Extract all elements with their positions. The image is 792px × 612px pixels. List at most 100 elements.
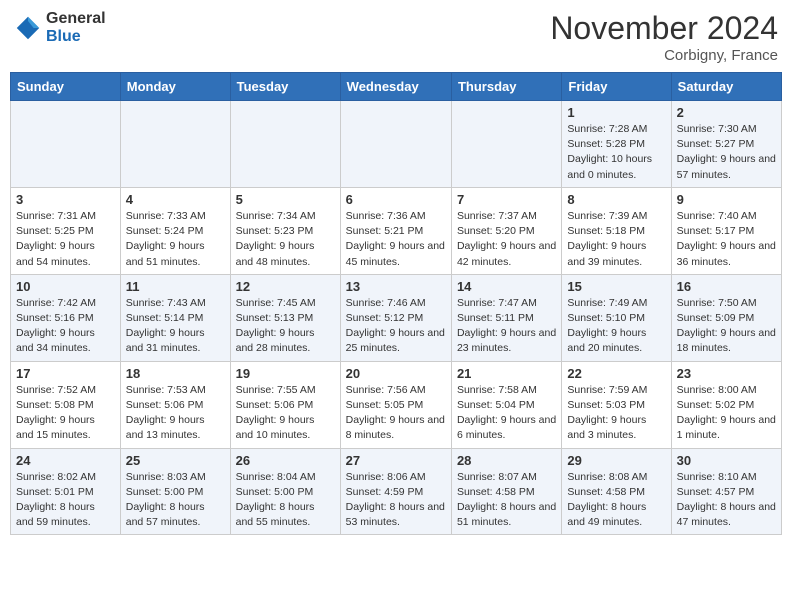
location-subtitle: Corbigny, France — [550, 47, 778, 64]
calendar-cell: 10 Sunrise: 7:42 AM Sunset: 5:16 PM Dayli… — [11, 274, 121, 361]
day-info: Sunrise: 7:30 AM Sunset: 5:27 PM Dayligh… — [677, 122, 776, 183]
calendar-header-row: SundayMondayTuesdayWednesdayThursdayFrid… — [11, 73, 782, 101]
calendar-cell — [11, 101, 121, 188]
calendar-week-row: 3 Sunrise: 7:31 AM Sunset: 5:25 PM Daylig… — [11, 187, 782, 274]
day-number: 20 — [346, 366, 446, 381]
day-number: 24 — [16, 453, 115, 468]
day-number: 5 — [236, 192, 335, 207]
calendar-cell: 2Sunrise: 7:30 AM Sunset: 5:27 PM Daylig… — [671, 101, 781, 188]
calendar-week-row: 24 Sunrise: 8:02 AM Sunset: 5:01 PM Dayli… — [11, 448, 782, 535]
day-number: 8 — [567, 192, 665, 207]
calendar-week-row: 1 Sunrise: 7:28 AM Sunset: 5:28 PM Daylig… — [11, 101, 782, 188]
day-number: 22 — [567, 366, 665, 381]
day-info: Sunrise: 7:53 AM Sunset: 5:06 PM Dayligh… — [126, 383, 225, 444]
calendar-cell: 29 Sunrise: 8:08 AM Sunset: 4:58 PM Dayli… — [562, 448, 671, 535]
day-info: Sunrise: 7:49 AM Sunset: 5:10 PM Dayligh… — [567, 296, 665, 357]
calendar-cell: 9 Sunrise: 7:40 AM Sunset: 5:17 PM Daylig… — [671, 187, 781, 274]
logo-blue-text: Blue — [46, 28, 106, 46]
day-number: 27 — [346, 453, 446, 468]
calendar-cell: 24 Sunrise: 8:02 AM Sunset: 5:01 PM Dayli… — [11, 448, 121, 535]
day-info: Sunrise: 8:00 AM Sunset: 5:02 PM Dayligh… — [677, 383, 776, 444]
calendar-cell: 12Sunrise: 7:45 AM Sunset: 5:13 PM Dayli… — [230, 274, 340, 361]
day-info: Sunrise: 7:39 AM Sunset: 5:18 PM Dayligh… — [567, 209, 665, 270]
calendar-cell: 21 Sunrise: 7:58 AM Sunset: 5:04 PM Dayli… — [451, 361, 561, 448]
day-number: 13 — [346, 279, 446, 294]
day-info: Sunrise: 7:40 AM Sunset: 5:17 PM Dayligh… — [677, 209, 776, 270]
calendar-cell: 22Sunrise: 7:59 AM Sunset: 5:03 PM Dayli… — [562, 361, 671, 448]
calendar-cell: 15Sunrise: 7:49 AM Sunset: 5:10 PM Dayli… — [562, 274, 671, 361]
calendar-table: SundayMondayTuesdayWednesdayThursdayFrid… — [10, 72, 782, 535]
day-info: Sunrise: 7:37 AM Sunset: 5:20 PM Dayligh… — [457, 209, 556, 270]
day-info: Sunrise: 8:08 AM Sunset: 4:58 PM Dayligh… — [567, 470, 665, 531]
calendar-cell: 3 Sunrise: 7:31 AM Sunset: 5:25 PM Daylig… — [11, 187, 121, 274]
calendar-header-sunday: Sunday — [11, 73, 121, 101]
calendar-header-thursday: Thursday — [451, 73, 561, 101]
day-info: Sunrise: 8:07 AM Sunset: 4:58 PM Dayligh… — [457, 470, 556, 531]
page-header: General Blue November 2024 Corbigny, Fra… — [10, 10, 782, 64]
calendar-cell: 17 Sunrise: 7:52 AM Sunset: 5:08 PM Dayli… — [11, 361, 121, 448]
calendar-header-friday: Friday — [562, 73, 671, 101]
day-info: Sunrise: 8:10 AM Sunset: 4:57 PM Dayligh… — [677, 470, 776, 531]
day-number: 9 — [677, 192, 776, 207]
calendar-cell: 30 Sunrise: 8:10 AM Sunset: 4:57 PM Dayli… — [671, 448, 781, 535]
calendar-header-saturday: Saturday — [671, 73, 781, 101]
day-number: 23 — [677, 366, 776, 381]
day-number: 11 — [126, 279, 225, 294]
day-info: Sunrise: 8:02 AM Sunset: 5:01 PM Dayligh… — [16, 470, 115, 531]
calendar-header-tuesday: Tuesday — [230, 73, 340, 101]
calendar-cell: 4 Sunrise: 7:33 AM Sunset: 5:24 PM Daylig… — [120, 187, 230, 274]
calendar-cell: 27 Sunrise: 8:06 AM Sunset: 4:59 PM Dayli… — [340, 448, 451, 535]
calendar-cell: 11 Sunrise: 7:43 AM Sunset: 5:14 PM Dayli… — [120, 274, 230, 361]
day-number: 29 — [567, 453, 665, 468]
calendar-cell — [451, 101, 561, 188]
month-title: November 2024 — [550, 10, 778, 47]
calendar-cell — [340, 101, 451, 188]
day-info: Sunrise: 7:55 AM Sunset: 5:06 PM Dayligh… — [236, 383, 335, 444]
day-number: 3 — [16, 192, 115, 207]
calendar-week-row: 10 Sunrise: 7:42 AM Sunset: 5:16 PM Dayli… — [11, 274, 782, 361]
calendar-cell: 16Sunrise: 7:50 AM Sunset: 5:09 PM Dayli… — [671, 274, 781, 361]
day-info: Sunrise: 8:03 AM Sunset: 5:00 PM Dayligh… — [126, 470, 225, 531]
day-info: Sunrise: 7:34 AM Sunset: 5:23 PM Dayligh… — [236, 209, 335, 270]
day-info: Sunrise: 7:33 AM Sunset: 5:24 PM Dayligh… — [126, 209, 225, 270]
day-number: 7 — [457, 192, 556, 207]
title-block: November 2024 Corbigny, France — [550, 10, 778, 64]
day-info: Sunrise: 7:52 AM Sunset: 5:08 PM Dayligh… — [16, 383, 115, 444]
calendar-cell — [120, 101, 230, 188]
day-info: Sunrise: 7:58 AM Sunset: 5:04 PM Dayligh… — [457, 383, 556, 444]
logo: General Blue — [14, 10, 106, 45]
day-number: 28 — [457, 453, 556, 468]
day-info: Sunrise: 7:43 AM Sunset: 5:14 PM Dayligh… — [126, 296, 225, 357]
calendar-cell: 28 Sunrise: 8:07 AM Sunset: 4:58 PM Dayli… — [451, 448, 561, 535]
day-number: 10 — [16, 279, 115, 294]
day-number: 26 — [236, 453, 335, 468]
day-number: 25 — [126, 453, 225, 468]
calendar-header-monday: Monday — [120, 73, 230, 101]
day-info: Sunrise: 8:06 AM Sunset: 4:59 PM Dayligh… — [346, 470, 446, 531]
day-number: 21 — [457, 366, 556, 381]
calendar-cell: 23 Sunrise: 8:00 AM Sunset: 5:02 PM Dayli… — [671, 361, 781, 448]
calendar-cell: 25 Sunrise: 8:03 AM Sunset: 5:00 PM Dayli… — [120, 448, 230, 535]
day-number: 18 — [126, 366, 225, 381]
day-info: Sunrise: 7:36 AM Sunset: 5:21 PM Dayligh… — [346, 209, 446, 270]
day-number: 19 — [236, 366, 335, 381]
day-number: 17 — [16, 366, 115, 381]
calendar-cell — [230, 101, 340, 188]
day-number: 30 — [677, 453, 776, 468]
calendar-cell: 8 Sunrise: 7:39 AM Sunset: 5:18 PM Daylig… — [562, 187, 671, 274]
day-info: Sunrise: 7:47 AM Sunset: 5:11 PM Dayligh… — [457, 296, 556, 357]
day-number: 1 — [567, 105, 665, 120]
calendar-cell: 5 Sunrise: 7:34 AM Sunset: 5:23 PM Daylig… — [230, 187, 340, 274]
logo-icon — [14, 14, 42, 42]
day-info: Sunrise: 7:46 AM Sunset: 5:12 PM Dayligh… — [346, 296, 446, 357]
calendar-cell: 6Sunrise: 7:36 AM Sunset: 5:21 PM Daylig… — [340, 187, 451, 274]
calendar-cell: 7 Sunrise: 7:37 AM Sunset: 5:20 PM Daylig… — [451, 187, 561, 274]
day-info: Sunrise: 7:50 AM Sunset: 5:09 PM Dayligh… — [677, 296, 776, 357]
day-info: Sunrise: 7:28 AM Sunset: 5:28 PM Dayligh… — [567, 122, 665, 183]
day-info: Sunrise: 7:42 AM Sunset: 5:16 PM Dayligh… — [16, 296, 115, 357]
calendar-cell: 19 Sunrise: 7:55 AM Sunset: 5:06 PM Dayli… — [230, 361, 340, 448]
day-info: Sunrise: 7:31 AM Sunset: 5:25 PM Dayligh… — [16, 209, 115, 270]
day-info: Sunrise: 7:56 AM Sunset: 5:05 PM Dayligh… — [346, 383, 446, 444]
day-number: 14 — [457, 279, 556, 294]
day-number: 4 — [126, 192, 225, 207]
